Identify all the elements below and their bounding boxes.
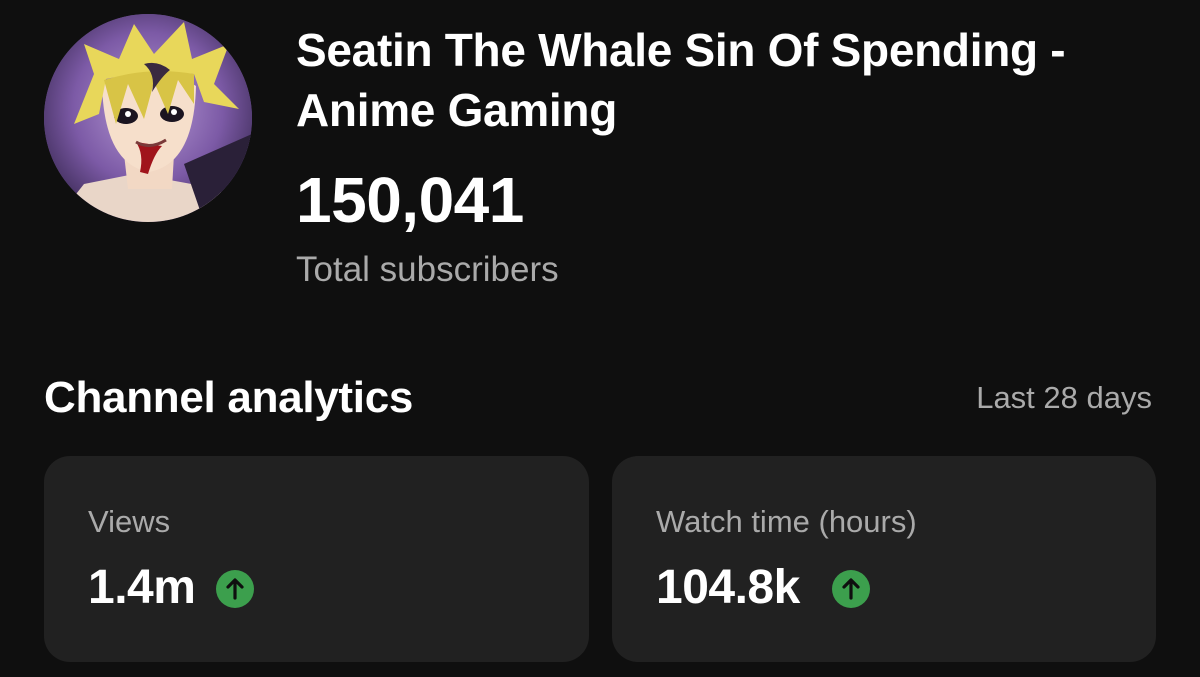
channel-avatar[interactable] [44, 14, 252, 222]
views-label: Views [88, 504, 171, 539]
channel-title: Seatin The Whale Sin Of Spending - Anime… [296, 24, 1066, 136]
views-value: 1.4m [88, 561, 196, 614]
watch-time-value: 104.8k [656, 561, 800, 614]
subscriber-label: Total subscribers [296, 250, 559, 289]
section-title-channel-analytics: Channel analytics [44, 373, 414, 422]
subscriber-count: 150,041 [296, 164, 524, 236]
views-card[interactable]: Views 1.4m [44, 456, 589, 662]
arrow-up-icon [832, 570, 870, 608]
arrow-up-icon [216, 570, 254, 608]
watch-time-card[interactable]: Watch time (hours) 104.8k [612, 456, 1156, 662]
date-range-label[interactable]: Last 28 days [976, 378, 1152, 418]
watch-time-label: Watch time (hours) [656, 504, 917, 539]
avatar-image-icon [44, 14, 252, 222]
